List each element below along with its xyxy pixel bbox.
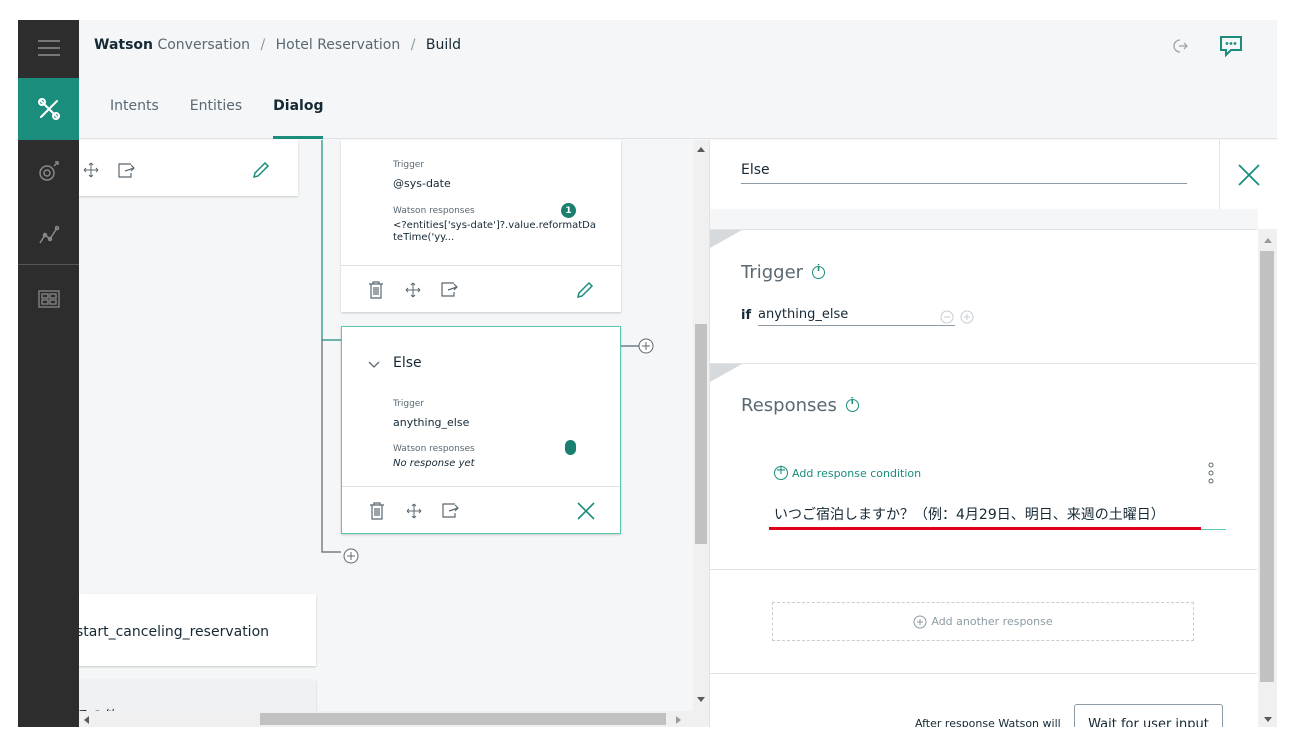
info-icon[interactable] [845,397,859,412]
canvas-horizontal-scrollbar[interactable] [79,711,693,727]
node-toolbar [341,265,621,312]
add-response-condition-button[interactable]: Add response condition [774,463,922,480]
breadcrumb-product[interactable]: Conversation [157,37,250,53]
response-text-input[interactable]: いつご宿泊しますか？（例：4月29日、明日、来週の土曜日） [769,504,1226,530]
response-count-badge: 1 [561,203,576,218]
after-response-label: After response Watson will [915,717,1061,727]
else-node-card[interactable]: Else Trigger anything_else Watson respon… [341,326,621,534]
node-editor-panel: Else Trigger if anything_else Responses … [709,140,1277,727]
scroll-right-arrow-icon[interactable] [675,715,682,725]
menu-icon[interactable] [18,20,79,76]
breadcrumb-workspace[interactable]: Hotel Reservation [276,37,401,53]
scroll-down-arrow-icon[interactable] [1263,716,1273,723]
jump-to-icon[interactable] [441,501,461,519]
add-circle-icon [913,615,927,628]
move-icon[interactable] [81,160,101,180]
move-icon[interactable] [403,280,423,300]
brand-label: Watson [94,37,154,53]
cancel-node-card[interactable]: start_canceling_reservation [79,594,316,666]
condition-input[interactable]: anything_else [758,307,955,326]
add-another-response-button[interactable]: Add another response [772,602,1194,641]
breadcrumb-separator: / [410,37,416,53]
tab-bar: Intents Entities Dialog [110,98,354,139]
parent-node-card[interactable] [79,140,298,196]
section-corner [710,364,742,382]
tab-entities[interactable]: Entities [190,98,242,139]
scroll-left-arrow-icon[interactable] [83,715,90,725]
node-name-input[interactable]: Else [741,162,1187,184]
add-response-section: Add another response [710,569,1257,673]
delete-icon[interactable] [367,280,385,300]
header: Watson Conversation / Hotel Reservation … [79,20,1277,139]
add-another-response-label: Add another response [931,615,1053,628]
analytics-icon[interactable] [18,210,79,260]
add-response-condition-label: Add response condition [792,466,922,480]
responses-section: Responses Add response condition いつご宿泊しま… [710,363,1257,569]
trigger-label: Trigger [393,160,425,170]
wait-for-user-input-button[interactable]: Wait for user input [1074,704,1223,727]
response-text: いつご宿泊しますか？（例：4月29日、明日、来週の土曜日） [774,507,1165,523]
left-rail [18,20,79,727]
build-icon[interactable] [18,78,79,140]
section-corner [710,230,742,248]
scroll-down-arrow-icon[interactable] [696,696,706,703]
dialog-canvas: Trigger @sys-date Watson responses 1 <?e… [79,140,709,727]
rail-divider [18,264,79,265]
panel-gap [710,209,1258,229]
jump-to-icon[interactable] [440,280,460,298]
try-it-chat-icon[interactable] [1217,32,1245,64]
sysdate-node-card[interactable]: Trigger @sys-date Watson responses 1 <?e… [341,140,621,312]
responses-label: Watson responses [393,206,475,216]
breadcrumb: Watson Conversation / Hotel Reservation … [94,37,461,53]
scroll-thumb[interactable] [260,713,666,725]
tab-intents[interactable]: Intents [110,98,159,139]
responses-label: Watson responses [393,444,475,454]
edit-icon[interactable] [575,280,595,300]
close-panel-button[interactable] [1219,140,1277,209]
deploy-icon[interactable] [18,274,79,324]
close-icon[interactable] [576,501,596,521]
improve-icon[interactable] [18,146,79,196]
trigger-label: Trigger [393,399,425,409]
scroll-up-arrow-icon[interactable] [696,146,706,153]
trigger-value: anything_else [393,416,470,429]
delete-icon[interactable] [368,501,386,521]
responses-heading: Responses [741,395,859,416]
remove-condition-icon[interactable] [940,310,954,324]
scroll-thumb[interactable] [695,324,707,544]
edit-icon[interactable] [251,160,271,180]
if-label: if [741,308,752,323]
add-circle-icon [774,463,788,480]
node-title: start_canceling_reservation [79,624,270,640]
tab-dialog[interactable]: Dialog [273,98,324,139]
scroll-up-arrow-icon[interactable] [1263,237,1273,244]
chevron-down-icon[interactable] [367,360,381,370]
canvas-vertical-scrollbar[interactable] [693,140,709,727]
jump-to-icon[interactable] [117,161,137,179]
app-frame: Watson Conversation / Hotel Reservation … [18,20,1277,727]
exit-icon[interactable] [1171,38,1189,58]
trigger-value: @sys-date [393,177,451,190]
close-icon [1238,163,1260,186]
breadcrumb-separator: / [260,37,266,53]
breadcrumb-page: Build [425,37,462,53]
node-toolbar [342,486,620,533]
node-title: Else [393,355,422,371]
response-status-indicator [565,440,576,455]
overflow-menu-icon[interactable] [1208,462,1214,486]
trigger-heading: Trigger [741,262,826,283]
add-condition-icon[interactable] [960,310,974,324]
move-icon[interactable] [404,501,424,521]
response-preview: No response yet [393,458,475,469]
trigger-section: Trigger if anything_else [710,229,1257,363]
response-preview: <?entities['sys-date']?.value.reformatDa… [393,220,596,243]
info-icon[interactable] [812,264,826,279]
scroll-thumb[interactable] [1260,251,1274,682]
panel-vertical-scrollbar[interactable] [1258,229,1277,727]
highlight-underline [769,527,1201,530]
